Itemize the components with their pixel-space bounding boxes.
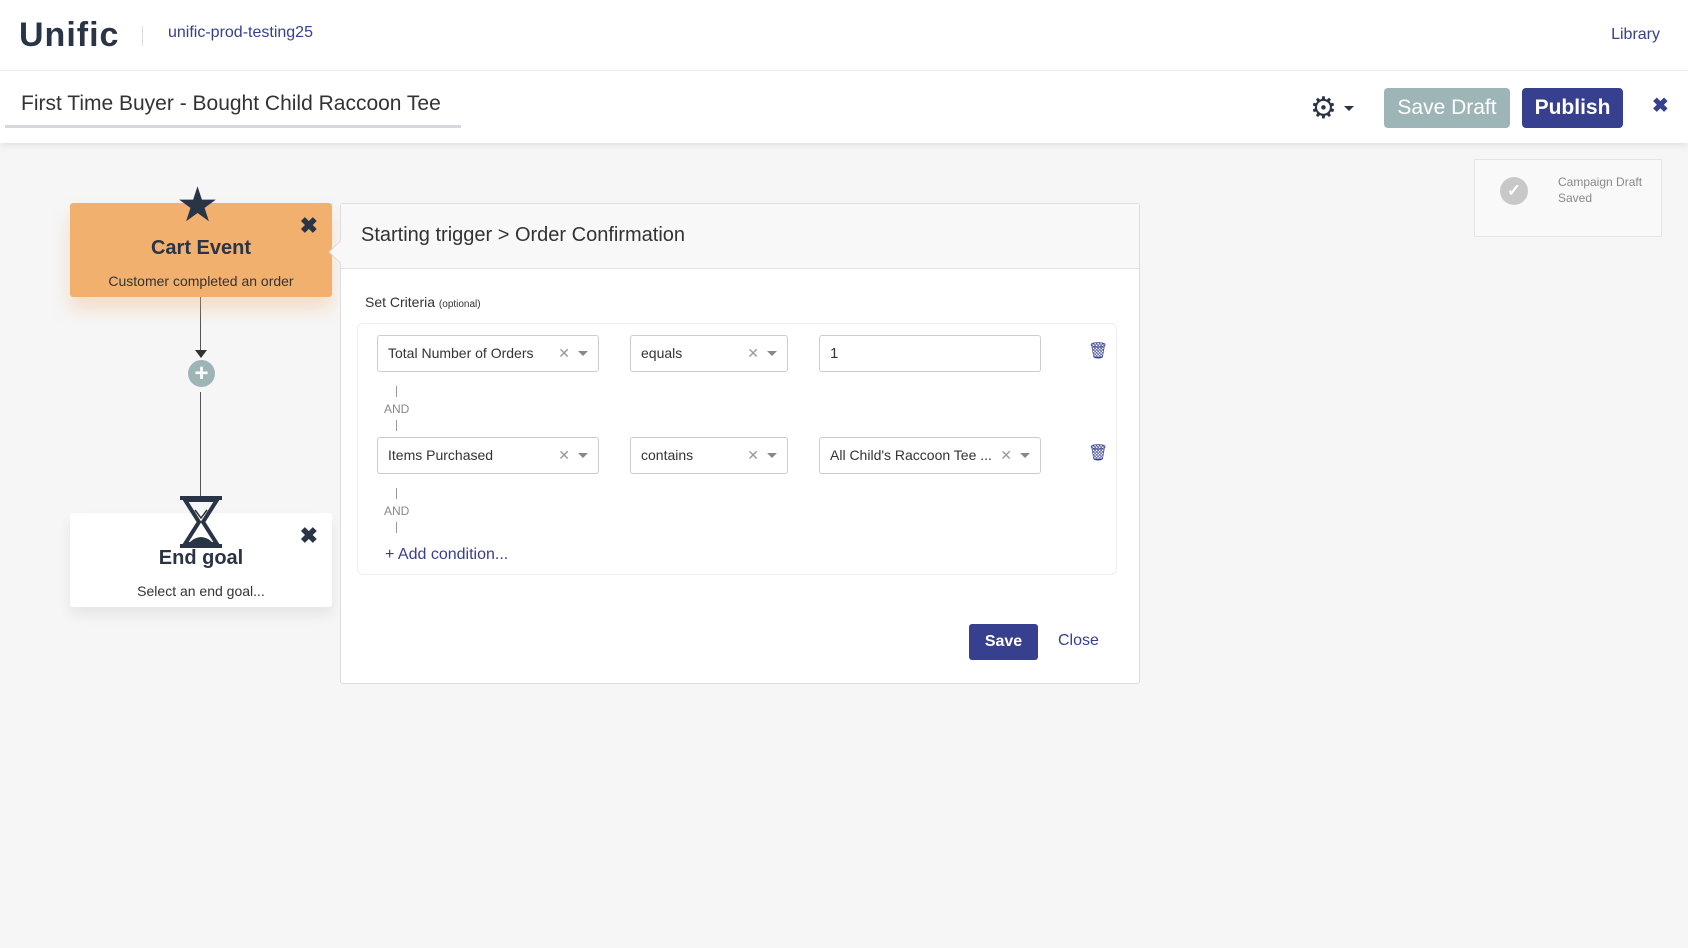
connector-line <box>200 392 201 502</box>
connector-bar <box>396 420 397 431</box>
remove-trigger-icon[interactable]: ✖ <box>300 213 318 239</box>
connector-line <box>200 297 201 357</box>
draft-saved-toast: ✓ Campaign Draft Saved <box>1474 159 1662 237</box>
campaign-title-input[interactable]: First Time Buyer - Bought Child Raccoon … <box>5 88 461 128</box>
check-circle-icon: ✓ <box>1500 177 1528 205</box>
connector-bar <box>396 522 397 533</box>
and-label: AND <box>384 402 410 416</box>
hourglass-icon <box>180 496 222 548</box>
trigger-title: Cart Event <box>150 237 252 259</box>
clear-icon[interactable]: ✕ <box>558 438 570 473</box>
trigger-subtitle: Customer completed an order <box>108 273 294 289</box>
star-icon: ★ <box>176 179 220 232</box>
condition-operator-value: contains <box>641 447 694 463</box>
save-draft-button[interactable]: Save Draft <box>1384 88 1510 128</box>
gear-icon[interactable]: ⚙ <box>1310 91 1337 126</box>
condition-operator-value: equals <box>641 345 683 361</box>
account-link[interactable]: unific-prod-testing25 <box>168 24 313 42</box>
connector-bar <box>396 488 397 499</box>
condition-value-input[interactable]: 1 <box>819 335 1041 372</box>
condition-operator-select[interactable]: contains ✕ <box>630 437 788 474</box>
condition-operator-select[interactable]: equals ✕ <box>630 335 788 372</box>
logo[interactable]: Unific <box>19 16 119 55</box>
condition-value: All Child's Raccoon Tee ... <box>830 447 992 463</box>
end-goal-subtitle: Select an end goal... <box>137 583 265 599</box>
caret-down-icon[interactable] <box>578 351 588 356</box>
caret-down-icon[interactable] <box>578 453 588 458</box>
divider <box>142 26 143 46</box>
condition-field-value: Total Number of Orders <box>388 345 534 361</box>
remove-end-goal-icon[interactable]: ✖ <box>300 523 318 549</box>
connector-bar <box>396 386 397 397</box>
caret-down-icon[interactable] <box>767 453 777 458</box>
condition-value-select[interactable]: All Child's Raccoon Tee ... ✕ <box>819 437 1041 474</box>
panel-title: Starting trigger > Order Confirmation <box>361 224 686 246</box>
criteria-box: Total Number of Orders ✕ equals ✕ 1 🗑 AND … <box>357 323 1117 575</box>
close-button[interactable]: Close <box>1058 632 1099 650</box>
condition-field-select[interactable]: Total Number of Orders ✕ <box>377 335 599 372</box>
toast-text: Campaign Draft Saved <box>1558 175 1643 205</box>
trash-icon[interactable]: 🗑 <box>1088 443 1108 463</box>
trigger-settings-panel: Starting trigger > Order Confirmation Se… <box>328 203 1140 684</box>
top-bar: Unific unific-prod-testing25 Library <box>0 0 1688 71</box>
caret-down-icon[interactable] <box>1344 106 1354 116</box>
close-icon[interactable]: ✖ <box>1652 93 1669 118</box>
library-link[interactable]: Library <box>1611 26 1660 44</box>
and-label: AND <box>384 504 410 518</box>
publish-button[interactable]: Publish <box>1522 88 1623 128</box>
panel-header: Starting trigger > Order Confirmation <box>341 204 1139 269</box>
criteria-optional: (optional) <box>438 299 481 310</box>
add-condition-link[interactable]: + Add condition... <box>385 546 508 564</box>
clear-icon[interactable]: ✕ <box>1000 438 1012 473</box>
criteria-label: Set Criteria (optional) <box>365 294 481 310</box>
trash-icon[interactable]: 🗑 <box>1088 341 1108 361</box>
clear-icon[interactable]: ✕ <box>747 336 759 371</box>
clear-icon[interactable]: ✕ <box>747 438 759 473</box>
arrow-down-icon <box>195 350 207 358</box>
caret-down-icon[interactable] <box>767 351 777 356</box>
save-button[interactable]: Save <box>969 624 1038 660</box>
campaign-toolbar: First Time Buyer - Bought Child Raccoon … <box>0 71 1688 143</box>
clear-icon[interactable]: ✕ <box>558 336 570 371</box>
criteria-label-text: Set Criteria <box>365 294 436 310</box>
caret-down-icon[interactable] <box>1020 453 1030 458</box>
condition-field-select[interactable]: Items Purchased ✕ <box>377 437 599 474</box>
end-goal-title: End goal <box>158 547 244 569</box>
condition-field-value: Items Purchased <box>388 447 494 463</box>
plus-circle-icon[interactable]: + <box>188 360 215 387</box>
